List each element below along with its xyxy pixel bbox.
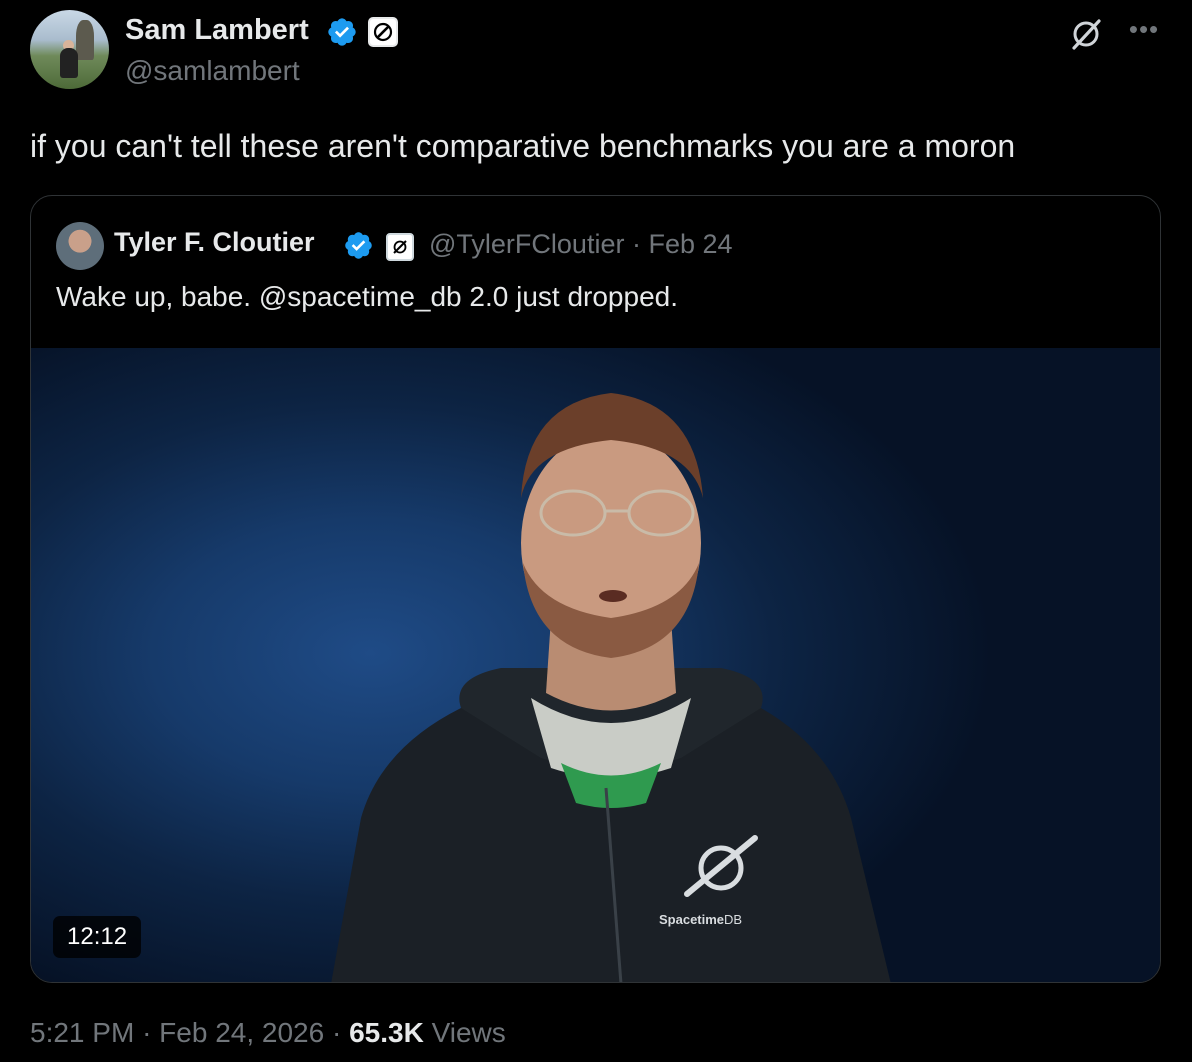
separator: · — [631, 229, 641, 259]
video-frame: SpacetimeDB — [331, 393, 891, 982]
video-player[interactable]: SpacetimeDB 12:12 — [31, 348, 1160, 982]
quoted-author-avatar[interactable] — [56, 222, 104, 270]
tweet-text: if you can't tell these aren't comparati… — [30, 128, 1016, 164]
verified-badge-icon — [345, 232, 372, 259]
quoted-meta: @TylerFCloutier · Feb 24 — [429, 229, 733, 260]
grok-icon[interactable] — [1066, 14, 1106, 54]
tweet-time[interactable]: 5:21 PM — [30, 1017, 134, 1048]
quoted-author-name[interactable]: Tyler F. Cloutier — [114, 227, 315, 258]
quoted-date[interactable]: Feb 24 — [648, 229, 732, 259]
tweet-footer: 5:21 PM · Feb 24, 2026 · 65.3K Views — [30, 1017, 506, 1049]
author-avatar[interactable] — [30, 10, 109, 89]
quoted-tweet[interactable]: Tyler F. Cloutier @TylerFCloutier · Feb … — [30, 195, 1161, 983]
more-options-icon[interactable]: ••• — [1124, 14, 1164, 44]
views-count: 65.3K — [349, 1017, 424, 1048]
tweet-date[interactable]: Feb 24, 2026 — [159, 1017, 324, 1048]
affiliate-badge-icon[interactable] — [368, 17, 398, 47]
author-handle[interactable]: @samlambert — [125, 55, 300, 87]
video-duration-badge: 12:12 — [53, 916, 142, 958]
tweet: Sam Lambert @samlambert ••• if you can't… — [0, 0, 1192, 1062]
logo-text: SpacetimeDB — [659, 912, 742, 927]
separator: · — [331, 1017, 342, 1048]
views-label: Views — [431, 1017, 506, 1048]
author-name[interactable]: Sam Lambert — [125, 14, 309, 47]
separator: · — [142, 1017, 152, 1048]
verified-badge-icon — [328, 18, 356, 46]
quoted-handle[interactable]: @TylerFCloutier — [429, 229, 624, 259]
quoted-text: Wake up, babe. @spacetime_db 2.0 just dr… — [56, 281, 678, 312]
affiliate-badge-icon[interactable] — [386, 233, 414, 261]
